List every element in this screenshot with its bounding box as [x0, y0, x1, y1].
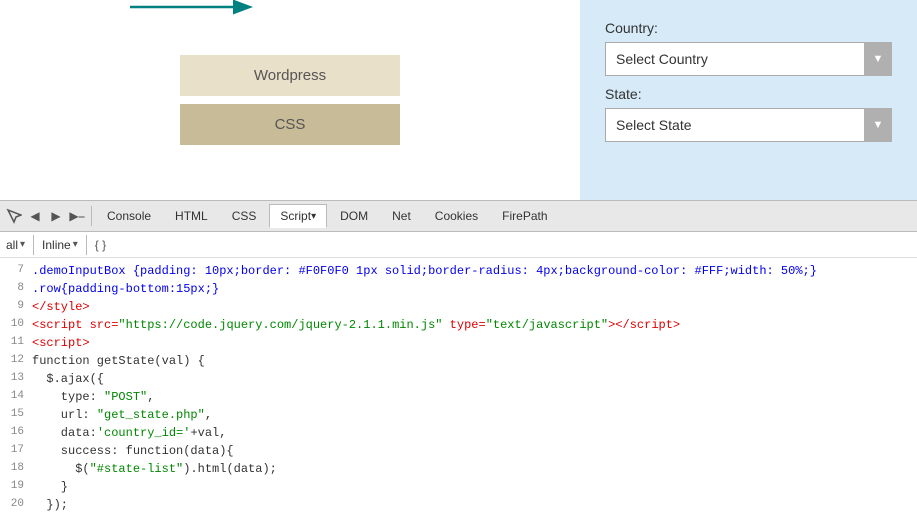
line-content: <script src="https://code.jquery.com/jqu…: [32, 316, 913, 334]
line-content: $.ajax({: [32, 370, 913, 388]
line-number: 11: [4, 334, 32, 352]
filter-inline-label: Inline: [42, 238, 71, 252]
line-number: 17: [4, 442, 32, 460]
line-content: data:'country_id='+val,: [32, 424, 913, 442]
css-button[interactable]: CSS: [180, 104, 400, 145]
state-select[interactable]: Select State: [605, 108, 892, 142]
country-select[interactable]: Select Country: [605, 42, 892, 76]
filter-divider: [33, 235, 34, 255]
code-line: 12function getState(val) {: [0, 352, 917, 370]
filter-all[interactable]: all ▾: [6, 238, 25, 252]
back-icon[interactable]: ◀: [25, 206, 45, 226]
filter-all-label: all: [6, 238, 18, 252]
line-number: 10: [4, 316, 32, 334]
country-select-wrapper: Select Country: [605, 42, 892, 76]
forward-icon[interactable]: ▶: [46, 206, 66, 226]
devtools-panel: ◀ ▶ ▶⎯ Console HTML CSS Script DOM Net C…: [0, 200, 917, 512]
code-line: 8.row{padding-bottom:15px;}: [0, 280, 917, 298]
line-content: }: [32, 478, 913, 496]
tab-html[interactable]: HTML: [164, 204, 219, 228]
line-number: 16: [4, 424, 32, 442]
left-panel: Wordpress CSS: [0, 0, 580, 200]
line-number: 15: [4, 406, 32, 424]
line-content: </style>: [32, 298, 913, 316]
tab-net[interactable]: Net: [381, 204, 422, 228]
filter-inline-dropdown: ▾: [73, 239, 78, 250]
state-label: State:: [605, 86, 892, 102]
filter-braces[interactable]: { }: [95, 238, 106, 252]
line-content: function getState(val) {: [32, 352, 913, 370]
wordpress-button[interactable]: Wordpress: [180, 55, 400, 96]
tab-css[interactable]: CSS: [221, 204, 268, 228]
nav-icons: ◀ ▶ ▶⎯: [4, 206, 87, 226]
code-line: 9</style>: [0, 298, 917, 316]
code-line: 7.demoInputBox {padding: 10px;border: #F…: [0, 262, 917, 280]
right-panel: Country: Select Country State: Select St…: [580, 0, 917, 200]
line-content: url: "get_state.php",: [32, 406, 913, 424]
code-line: 13 $.ajax({: [0, 370, 917, 388]
line-content: $("#state-list").html(data);: [32, 460, 913, 478]
divider-1: [91, 206, 92, 226]
top-section: Wordpress CSS Country: Select Country St…: [0, 0, 917, 200]
line-content: .demoInputBox {padding: 10px;border: #F0…: [32, 262, 913, 280]
line-number: 20: [4, 496, 32, 512]
line-number: 14: [4, 388, 32, 406]
stepover-icon[interactable]: ▶⎯: [67, 206, 87, 226]
line-number: 7: [4, 262, 32, 280]
code-line: 11<script>: [0, 334, 917, 352]
code-line: 16 data:'country_id='+val,: [0, 424, 917, 442]
line-content: });: [32, 496, 913, 512]
country-label: Country:: [605, 20, 892, 36]
line-content: type: "POST",: [32, 388, 913, 406]
tab-firepath[interactable]: FirePath: [491, 204, 558, 228]
tab-cookies[interactable]: Cookies: [424, 204, 489, 228]
line-content: <script>: [32, 334, 913, 352]
devtools-toolbar: ◀ ▶ ▶⎯ Console HTML CSS Script DOM Net C…: [0, 200, 917, 232]
line-content: success: function(data){: [32, 442, 913, 460]
filter-inline[interactable]: Inline ▾: [42, 238, 78, 252]
code-line: 10<script src="https://code.jquery.com/j…: [0, 316, 917, 334]
line-number: 12: [4, 352, 32, 370]
tab-console[interactable]: Console: [96, 204, 162, 228]
state-select-wrapper: Select State: [605, 108, 892, 142]
code-line: 20 });: [0, 496, 917, 512]
country-field-group: Country: Select Country: [605, 20, 892, 76]
line-number: 13: [4, 370, 32, 388]
inspect-icon[interactable]: [4, 206, 24, 226]
code-line: 14 type: "POST",: [0, 388, 917, 406]
filter-bar: all ▾ Inline ▾ { }: [0, 232, 917, 258]
line-number: 19: [4, 478, 32, 496]
line-number: 18: [4, 460, 32, 478]
filter-divider2: [86, 235, 87, 255]
line-number: 9: [4, 298, 32, 316]
code-line: 15 url: "get_state.php",: [0, 406, 917, 424]
tab-dom[interactable]: DOM: [329, 204, 379, 228]
line-number: 8: [4, 280, 32, 298]
code-line: 18 $("#state-list").html(data);: [0, 460, 917, 478]
line-content: .row{padding-bottom:15px;}: [32, 280, 913, 298]
state-field-group: State: Select State: [605, 86, 892, 142]
tab-script[interactable]: Script: [269, 204, 327, 228]
filter-all-dropdown: ▾: [20, 239, 25, 250]
code-area: 7.demoInputBox {padding: 10px;border: #F…: [0, 258, 917, 512]
code-line: 17 success: function(data){: [0, 442, 917, 460]
code-line: 19 }: [0, 478, 917, 496]
